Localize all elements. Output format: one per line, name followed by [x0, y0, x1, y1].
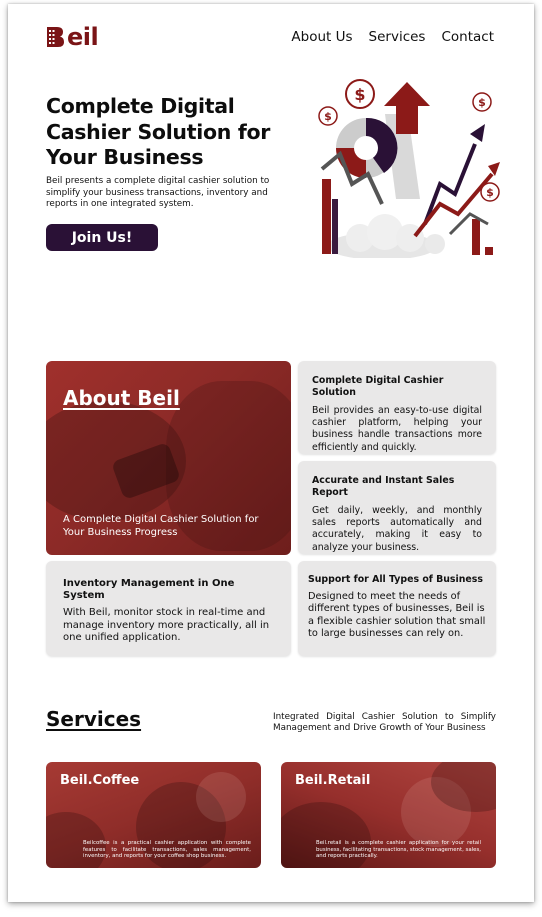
page: eil About Us Services Contact Complete D… [8, 4, 534, 902]
svg-text:$: $ [486, 186, 494, 199]
svg-text:$: $ [324, 110, 332, 123]
logo-building-icon [47, 27, 64, 47]
feature-card: Complete Digital Cashier Solution Beil p… [298, 361, 496, 454]
nav-services[interactable]: Services [369, 29, 426, 45]
main-nav: About Us Services Contact [291, 29, 494, 45]
svg-text:$: $ [354, 85, 365, 104]
about-title: About Beil [63, 386, 180, 410]
about-hero-card: About Beil A Complete Digital Cashier So… [46, 361, 291, 555]
join-us-button[interactable]: Join Us! [46, 224, 158, 251]
services-description: Integrated Digital Cashier Solution to S… [273, 712, 496, 733]
hero-growth-illustration-icon: $ $ $ $ [318, 79, 500, 258]
nav-about-us[interactable]: About Us [291, 29, 352, 45]
service-name: Beil.Retail [295, 773, 371, 788]
service-text: Beilcoffee is a practical cashier applic… [83, 840, 251, 860]
feature-text: Get daily, weekly, and monthly sales rep… [312, 505, 482, 553]
feature-card: Accurate and Instant Sales Report Get da… [298, 461, 496, 554]
feature-text: Beil provides an easy-to-use digital cas… [312, 405, 482, 453]
about-subtitle: A Complete Digital Cashier Solution for … [63, 514, 259, 538]
logo-text: eil [67, 23, 99, 51]
services-title: Services [46, 707, 142, 731]
feature-text: With Beil, monitor stock in real-time an… [63, 607, 270, 643]
feature-title: Accurate and Instant Sales Report [312, 475, 455, 498]
svg-text:$: $ [478, 96, 486, 109]
photo-highlight [196, 772, 246, 822]
hero-description: Beil presents a complete digital cashier… [46, 176, 270, 209]
service-text: Beil.retail is a complete cashier applic… [316, 840, 481, 860]
feature-title: Inventory Management in One System [63, 578, 235, 601]
feature-text: Designed to meet the needs of different … [308, 591, 486, 639]
service-card-retail[interactable]: Beil.Retail Beil.retail is a complete ca… [281, 762, 496, 868]
service-name: Beil.Coffee [60, 773, 140, 788]
feature-card: Inventory Management in One System With … [46, 561, 291, 656]
feature-title: Complete Digital Cashier Solution [312, 375, 444, 398]
feature-card: Support for All Types of Business Design… [298, 561, 496, 656]
nav-contact[interactable]: Contact [441, 29, 494, 45]
service-card-coffee[interactable]: Beil.Coffee Beilcoffee is a practical ca… [46, 762, 261, 868]
feature-title: Support for All Types of Business [308, 574, 483, 585]
hero-title: Complete Digital Cashier Solution for Yo… [46, 94, 271, 169]
brand-logo[interactable]: eil [46, 23, 99, 51]
